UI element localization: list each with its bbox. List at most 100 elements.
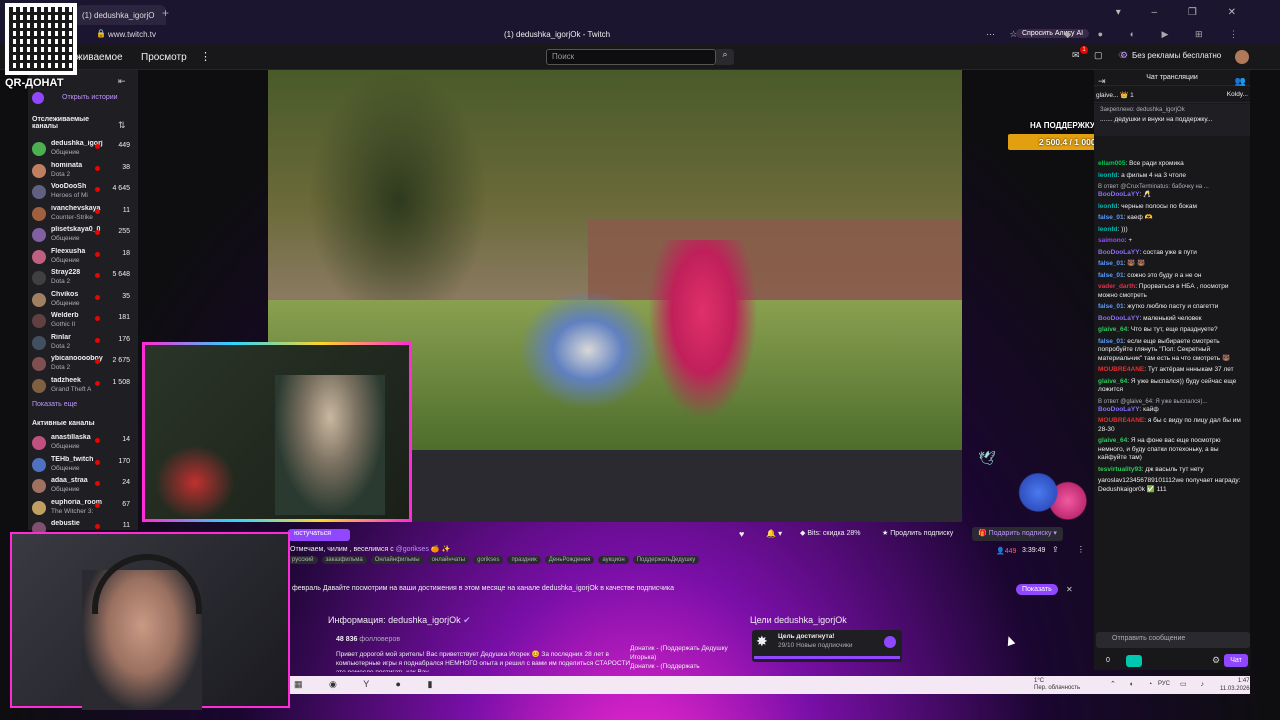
chat-message[interactable]: leonfd: черные полосы по бокам (1098, 203, 1248, 212)
chat-username[interactable]: saimono (1098, 237, 1125, 244)
tag-chip[interactable]: заказфильма (321, 556, 367, 564)
chat-message[interactable]: false_01: жутко люблю пасту и спагетти (1098, 303, 1248, 312)
chat-username[interactable]: false_01 (1098, 260, 1124, 267)
promo-show-button[interactable]: Показать (1016, 584, 1058, 595)
chat-message[interactable]: BooDooLaYY: 🥂 (1098, 191, 1248, 200)
sidebar-channel[interactable]: plisetskaya0_0 Общение 255 (32, 226, 134, 246)
chat-username[interactable]: leonfd (1098, 226, 1118, 233)
chat-username[interactable]: BooDooLaYY (1098, 191, 1140, 198)
browser-tab[interactable]: (1) dedushka_igorjO (76, 5, 166, 25)
chat-message[interactable]: leonfd: а фильм 4 на 3 чтоле (1098, 172, 1248, 181)
goal-card[interactable]: ✸ Цель достигнута! 29/10 Новые подписчик… (752, 630, 902, 662)
chat-username[interactable]: vader_darth (1098, 283, 1135, 290)
follow-button[interactable]: юстучаться (288, 529, 350, 541)
chat-message[interactable]: glaive_64: Я уже выспался)) буду сейчас … (1098, 378, 1248, 395)
chat-username[interactable]: MOUBRE4ANE (1098, 366, 1144, 373)
tag-chip[interactable]: аукцион (598, 556, 629, 564)
sidebar-channel[interactable]: dedushka_igorj Общение 449 (32, 140, 134, 160)
sidebar-channel[interactable]: Welderb Gothic II 181 (32, 312, 134, 332)
notify-bell-icon[interactable]: 🔔 ▾ (766, 529, 782, 538)
donation-link-1[interactable]: Донатик - (Поддержать Дедушку Игорька) (630, 644, 730, 662)
sidebar-channel[interactable]: euphoria_room The Witcher 3: 67 (32, 499, 134, 519)
sidebar-channel[interactable]: TEHb_twitch Общение 170 (32, 456, 134, 476)
language-indicator[interactable]: РУС (1158, 681, 1170, 687)
chat-message[interactable]: tesvirtuality93: дж васыль тут нету (1098, 466, 1248, 475)
tag-chip[interactable]: ПоддержатьДедушку (632, 556, 700, 564)
chat-username[interactable]: false_01 (1098, 303, 1124, 310)
tag-chip[interactable]: ДеньРождения (544, 556, 595, 564)
chat-username[interactable]: glaive_64 (1098, 326, 1127, 333)
chat-message[interactable]: ellam005: Все ради хромика (1098, 160, 1248, 169)
user-avatar[interactable] (1235, 50, 1249, 64)
no-ads-button[interactable]: Без рекламы бесплатно (1132, 51, 1221, 60)
chat-message[interactable]: vader_darth: Прорваться в НБА , посмотри… (1098, 283, 1248, 300)
chat-message[interactable]: BooDooLaYY: кайф (1098, 406, 1248, 415)
chat-username[interactable]: glaive_64 (1098, 378, 1127, 385)
stories-avatar[interactable] (32, 92, 44, 104)
chat-username[interactable]: false_01 (1098, 214, 1124, 221)
chat-message[interactable]: MOUBRE4ANE: я бы с виду по лицу дал бы и… (1098, 417, 1248, 434)
taskbar-apps[interactable]: ▦ ◉ Y ● ▮ (294, 679, 444, 690)
more-menu-icon[interactable]: ⋮ (200, 50, 211, 63)
chat-message[interactable]: false_01: каеф 🫶 (1098, 214, 1248, 223)
chat-message[interactable]: glaive_64: Я на фоне вас еще посмотрю не… (1098, 437, 1248, 463)
gear-icon[interactable]: ⚙ (1212, 655, 1220, 666)
new-tab-icon[interactable]: + (162, 6, 169, 20)
chat-message[interactable]: leonfd: ))) (1098, 226, 1248, 235)
chat-message-input[interactable]: Отправить сообщение (1096, 632, 1250, 648)
chat-username[interactable]: glaive_64 (1098, 437, 1127, 444)
volume-icon[interactable]: ▭ ♪ (1180, 680, 1210, 688)
chat-message[interactable]: yaroslav123456789101112we получает награ… (1098, 477, 1248, 494)
chat-username[interactable]: leonfd (1098, 203, 1118, 210)
sidebar-channel[interactable]: Stray228 Dota 25 648 (32, 269, 134, 289)
gift-sub-button[interactable]: 🎁 Подарить подписку ▾ (972, 527, 1063, 541)
chat-message[interactable]: MOUBRE4ANE: Тут актёрам ннныкам 37 лет (1098, 366, 1248, 375)
sidebar-channel[interactable]: Chvikos Общение 35 (32, 291, 134, 311)
extend-sub-button[interactable]: ★ Продлить подписку (882, 529, 953, 537)
nav-browse[interactable]: Просмотр (141, 52, 187, 63)
donation-link[interactable]: Донатик - (Поддержать Дедушку Игорька) Д… (630, 644, 730, 671)
share-icon[interactable]: ⇪ ⋮ (1052, 545, 1093, 554)
sidebar-channel[interactable]: Rinlar Dota 2 176 (32, 334, 134, 354)
tag-chip[interactable]: Онлайнфильмы (370, 556, 424, 564)
hype-leaderboard[interactable]: glaive... 👑 1 Koldy... (1094, 87, 1250, 103)
window-controls[interactable]: ▾ – ❐ ✕ (1116, 7, 1250, 18)
chat-username[interactable]: false_01 (1098, 338, 1124, 345)
tag-chip[interactable]: gorikses (473, 556, 504, 564)
extensions-icons[interactable]: ◆ ● ◐ ▶ ⊞ ⋮ (1064, 29, 1250, 40)
chat-send-button[interactable]: Чат (1224, 654, 1248, 667)
weather-widget[interactable]: 1°C Пер. облачность (1034, 678, 1080, 692)
tag-chip[interactable]: онлайнчаты (427, 556, 470, 564)
sidebar-channel[interactable]: adaa_straa Общение 24 (32, 477, 134, 497)
chat-username[interactable]: MOUBRE4ANE (1098, 417, 1144, 424)
sidebar-channel[interactable]: ivanchevskaya Counter-Strike 11 (32, 205, 134, 225)
sidebar-channel[interactable]: Fleexusha Общение 18 (32, 248, 134, 268)
sidebar-channel[interactable]: tadzheek Grand Theft A1 508 (32, 377, 134, 397)
chat-username[interactable]: ellam005 (1098, 160, 1125, 167)
channel-points[interactable]: 0 (1106, 657, 1110, 664)
chat-username[interactable]: false_01 (1098, 272, 1124, 279)
chat-message[interactable]: false_01: сожно это буду я а не он (1098, 272, 1248, 281)
search-input[interactable]: Поиск (546, 49, 716, 65)
url-field[interactable]: www.twitch.tv (108, 30, 156, 39)
chat-username[interactable]: BooDooLaYY (1098, 249, 1140, 256)
close-icon[interactable]: ✕ (1066, 585, 1073, 594)
show-more-link[interactable]: Показать еще (32, 401, 77, 408)
chat-message[interactable]: saimono: + (1098, 237, 1248, 246)
chat-message[interactable]: BooDooLaYY: состав уже в пути (1098, 249, 1248, 258)
heart-icon[interactable]: ♥ (739, 529, 744, 539)
chat-message[interactable]: glaive_64: Что вы тут, еще празднуете? (1098, 326, 1248, 335)
search-icon[interactable]: ⌕ (716, 49, 734, 65)
tag-chip[interactable]: праздник (507, 556, 541, 564)
channel-points-icon[interactable] (1126, 655, 1142, 667)
sort-icon[interactable]: ⇅ (118, 120, 126, 131)
sidebar-channel[interactable]: hominata Dota 2 38 (32, 162, 134, 182)
clock[interactable]: 1:47 11.03.2026 (1220, 677, 1250, 693)
system-tray[interactable]: ⌃ ◐ ◔ (1110, 680, 1158, 688)
nav-following[interactable]: живаемое (76, 52, 123, 63)
chat-username[interactable]: BooDooLaYY (1098, 315, 1140, 322)
tag-chip[interactable]: русский (288, 556, 318, 564)
chat-username[interactable]: BooDooLaYY (1098, 406, 1140, 413)
bits-button[interactable]: ◆ Bits: скидка 28% (800, 529, 861, 537)
sidebar-channel[interactable]: anastillaska Общение 14 (32, 434, 134, 454)
